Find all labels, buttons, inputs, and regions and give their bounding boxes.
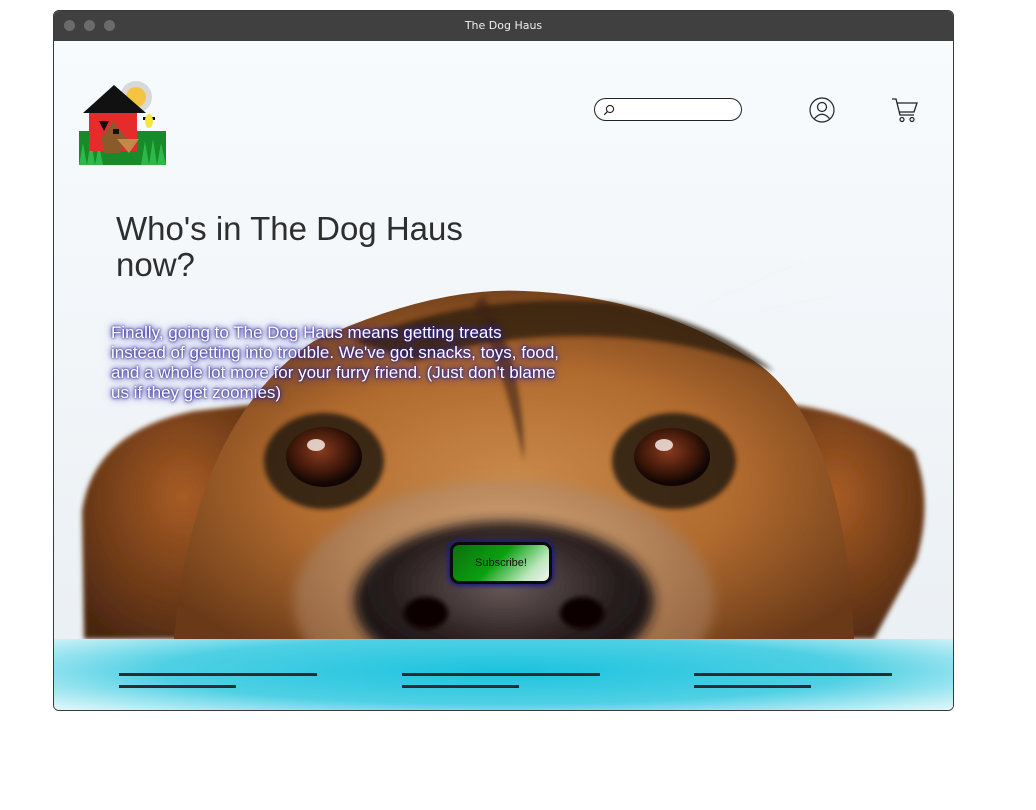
page-content: Who's in The Dog Haus now? Finally, goin… [54,41,953,710]
footer-col-3-line-1 [694,673,892,676]
hero-tagline: Finally, going to The Dog Haus means get… [111,323,560,402]
footer-col-2-line-1 [402,673,600,676]
footer-col-1-line-2 [119,685,236,688]
user-account-icon[interactable] [809,97,835,123]
subscribe-button[interactable]: Subscribe! [450,542,552,584]
footer-col-2-line-2 [402,685,519,688]
shopping-cart-icon[interactable] [891,97,919,124]
search-bar[interactable] [594,98,742,121]
browser-window: The Dog Haus Who's in The Dog Haus now? … [53,10,954,711]
footer-col-1-line-1 [119,673,317,676]
search-input[interactable] [619,101,731,118]
window-titlebar: The Dog Haus [54,11,953,41]
footer [54,639,953,710]
window-title: The Dog Haus [464,19,543,32]
search-icon [603,104,615,116]
dog-house-logo-icon[interactable] [79,81,171,165]
footer-col-3-line-2 [694,685,811,688]
hero-headline: Who's in The Dog Haus now? [116,210,463,283]
